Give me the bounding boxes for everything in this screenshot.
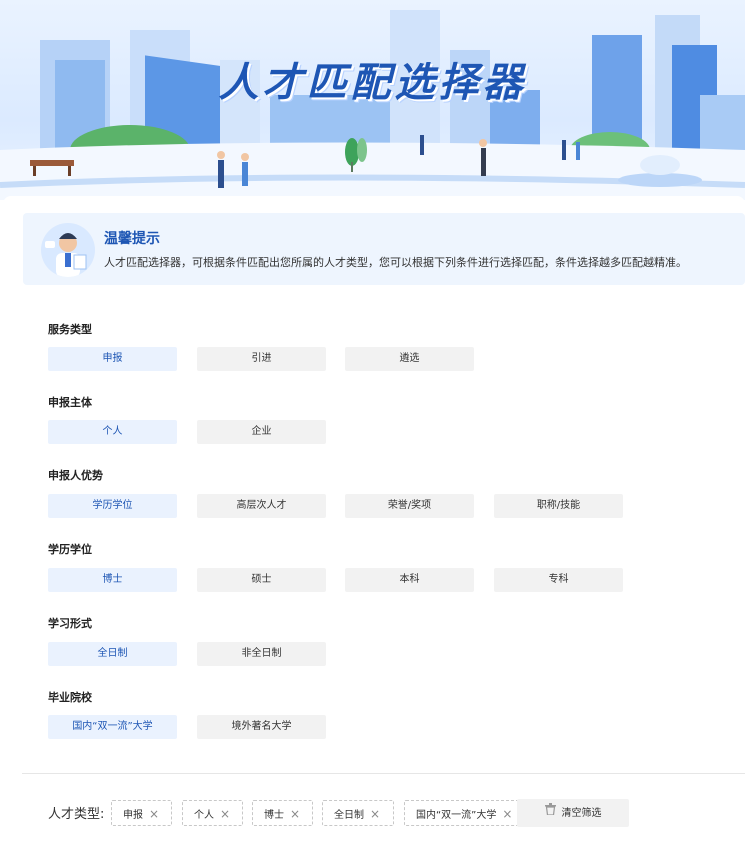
clear-filter-button[interactable]: 清空筛选 (517, 799, 629, 827)
filter-option[interactable]: 全日制 (48, 642, 177, 666)
filter-option[interactable]: 荣誉/奖项 (345, 494, 474, 518)
selected-tag: 个人 × (182, 800, 243, 826)
selected-tag: 申报 × (111, 800, 172, 826)
filter-option[interactable]: 高层次人才 (197, 494, 326, 518)
filter-option[interactable]: 申报 (48, 347, 177, 371)
result-label: 人才类型: (48, 807, 105, 822)
tag-label: 博士 (264, 810, 284, 821)
tips-box: 温馨提示 人才匹配选择器，可根据条件匹配出您所属的人才类型，您可以根据下列条件进… (23, 213, 745, 285)
tips-text: 人才匹配选择器，可根据条件匹配出您所属的人才类型，您可以根据下列条件进行选择匹配… (104, 256, 687, 269)
filter-label-service-type: 服务类型 (48, 323, 92, 336)
filter-label-degree: 学历学位 (48, 543, 92, 556)
filter-option[interactable]: 本科 (345, 568, 474, 592)
selected-tag: 国内“双一流”大学 × (404, 800, 533, 826)
filter-option[interactable]: 企业 (197, 420, 326, 444)
main-card: 温馨提示 人才匹配选择器，可根据条件匹配出您所属的人才类型，您可以根据下列条件进… (3, 196, 745, 852)
remove-tag-icon[interactable]: × (149, 807, 159, 821)
remove-tag-icon[interactable]: × (220, 807, 230, 821)
filter-option[interactable]: 学历学位 (48, 494, 177, 518)
filter-option[interactable]: 引进 (197, 347, 326, 371)
filter-label-advantage: 申报人优势 (48, 469, 103, 482)
header-banner: 人才匹配选择器 (0, 0, 745, 200)
tag-label: 个人 (194, 810, 214, 821)
filter-option[interactable]: 非全日制 (197, 642, 326, 666)
tag-label: 国内“双一流”大学 (416, 810, 497, 821)
filter-label-applicant: 申报主体 (48, 396, 92, 409)
filter-option[interactable]: 硕士 (197, 568, 326, 592)
advisor-avatar-icon (41, 223, 95, 277)
tips-title: 温馨提示 (104, 231, 160, 247)
selected-tag: 全日制 × (322, 800, 394, 826)
page-title: 人才匹配选择器 (218, 60, 527, 106)
filter-option[interactable]: 国内“双一流”大学 (48, 715, 177, 739)
filter-option[interactable]: 专科 (494, 568, 623, 592)
selected-tag: 博士 × (252, 800, 313, 826)
clear-filter-label: 清空筛选 (561, 808, 602, 819)
remove-tag-icon[interactable]: × (370, 807, 380, 821)
filter-option[interactable]: 境外著名大学 (197, 715, 326, 739)
remove-tag-icon[interactable]: × (290, 807, 300, 821)
filter-option[interactable]: 个人 (48, 420, 177, 444)
trash-icon (544, 799, 556, 827)
tag-label: 全日制 (334, 810, 364, 821)
filter-option[interactable]: 职称/技能 (494, 494, 623, 518)
divider (22, 773, 745, 774)
filter-label-university: 毕业院校 (48, 691, 92, 704)
filter-option[interactable]: 遴选 (345, 347, 474, 371)
remove-tag-icon[interactable]: × (502, 807, 512, 821)
filter-label-study-form: 学习形式 (48, 617, 92, 630)
tag-label: 申报 (123, 810, 143, 821)
filter-option[interactable]: 博士 (48, 568, 177, 592)
